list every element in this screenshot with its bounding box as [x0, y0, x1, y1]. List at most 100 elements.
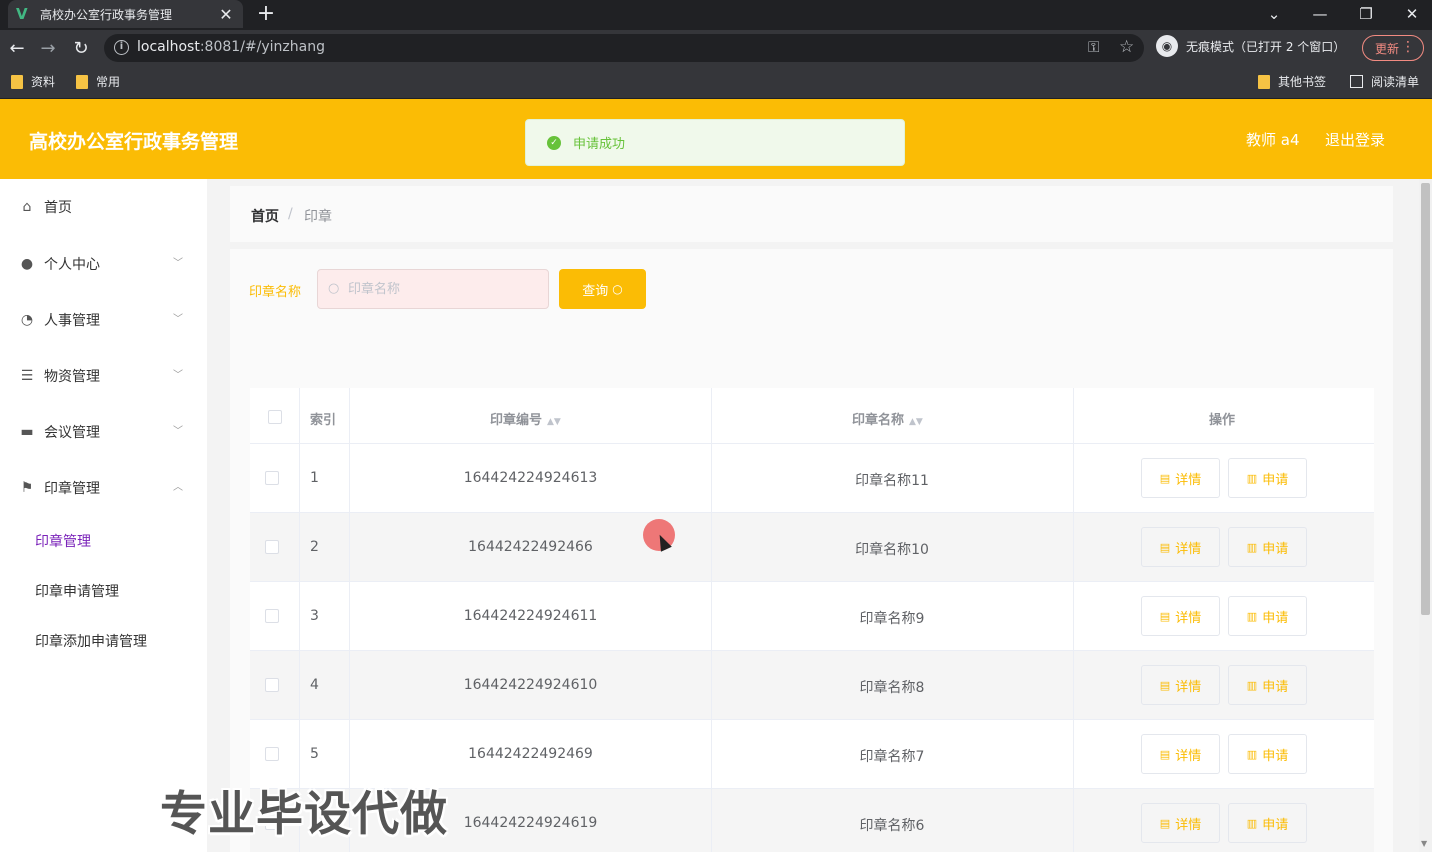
search-input[interactable]	[348, 270, 543, 308]
logout-link[interactable]: 退出登录	[1325, 129, 1385, 150]
submenu-seal-management[interactable]: 印章管理	[35, 531, 91, 551]
bookmark-folder[interactable]: 常用	[76, 73, 120, 90]
success-toast: ✓ 申请成功	[525, 119, 905, 166]
sidebar-item-meetings[interactable]: ▬ 会议管理 ﹀	[0, 404, 207, 460]
scroll-down-icon[interactable]: ▼	[1421, 839, 1427, 848]
submenu-seal-applications[interactable]: 印章申请管理	[35, 581, 119, 601]
column-header-index: 索引	[310, 413, 337, 428]
breadcrumb-home[interactable]: 首页	[251, 206, 279, 226]
sidebar-item-label: 人事管理	[44, 313, 100, 329]
bookmark-label: 资料	[31, 75, 56, 89]
row-checkbox[interactable]	[265, 609, 279, 623]
chevron-down-icon: ﹀	[173, 426, 183, 437]
sidebar-item-supplies[interactable]: ☰ 物资管理 ﹀	[0, 348, 207, 404]
incognito-indicator[interactable]: ◉ 无痕模式（已打开 2 个窗口）	[1156, 35, 1345, 57]
apply-button[interactable]: ▥ 申请	[1228, 803, 1307, 843]
url-text[interactable]: localhost:8081/#/yinzhang	[137, 39, 325, 55]
row-checkbox[interactable]	[265, 747, 279, 761]
detail-button[interactable]: ▤ 详情	[1141, 596, 1220, 636]
column-header-name[interactable]: 印章名称 ▲▼	[852, 409, 923, 428]
reload-icon[interactable]: ↻	[69, 36, 93, 60]
detail-button[interactable]: ▤ 详情	[1141, 458, 1220, 498]
reading-list-label: 阅读清单	[1371, 75, 1420, 89]
browser-tab-strip: V 高校办公室行政事务管理 ✕ + ⌄ — ❐ ✕	[0, 0, 1432, 30]
submenu-seal-add-applications[interactable]: 印章添加申请管理	[35, 631, 147, 651]
new-tab-button[interactable]: +	[255, 1, 277, 26]
browser-tab[interactable]: V 高校办公室行政事务管理 ✕	[8, 0, 243, 28]
sidebar-item-label: 个人中心	[44, 257, 100, 273]
apply-button[interactable]: ▥ 申请	[1228, 596, 1307, 636]
page-scrollbar[interactable]: ▼	[1419, 179, 1432, 852]
search-icon: ○	[612, 282, 623, 296]
folder-icon	[1258, 74, 1270, 89]
sort-icon[interactable]: ▲▼	[547, 417, 561, 427]
key-icon[interactable]: ⚿	[1088, 38, 1099, 56]
gauge-icon: ◔	[20, 312, 34, 328]
apply-button[interactable]: ▥ 申请	[1228, 665, 1307, 705]
breadcrumb: 首页 / 印章	[230, 186, 1393, 242]
omnibox[interactable]: i localhost:8081/#/yinzhang ⚿ ☆	[104, 34, 1144, 62]
column-header-code[interactable]: 印章编号 ▲▼	[490, 409, 561, 428]
forward-icon[interactable]: →	[36, 36, 60, 60]
table-row: 1 164424224924613 印章名称11 ▤ 详情 ▥ 申请	[250, 444, 1374, 513]
detail-button[interactable]: ▤ 详情	[1141, 527, 1220, 567]
column-header-label: 印章名称	[852, 413, 905, 428]
detail-button[interactable]: ▤ 详情	[1141, 803, 1220, 843]
apply-button[interactable]: ▥ 申请	[1228, 734, 1307, 774]
list-icon: ☰	[20, 368, 34, 384]
document-icon: ▤	[1159, 540, 1171, 554]
tab-title: 高校办公室行政事务管理	[40, 7, 173, 22]
window-close-icon[interactable]: ✕	[1392, 0, 1432, 28]
bookmark-folder[interactable]: 资料	[11, 73, 55, 90]
row-checkbox[interactable]	[265, 678, 279, 692]
apply-button[interactable]: ▥ 申请	[1228, 527, 1307, 567]
address-bar: ← → ↻ i localhost:8081/#/yinzhang ⚿ ☆ ◉ …	[0, 30, 1432, 66]
row-code: 164424224924610	[463, 677, 598, 693]
trash-icon: ▥	[1246, 816, 1258, 830]
restore-icon[interactable]: ❐	[1346, 0, 1386, 28]
back-icon[interactable]: ←	[5, 36, 29, 60]
detail-label: 详情	[1175, 817, 1202, 833]
sidebar-item-profile[interactable]: ● 个人中心 ﹀	[0, 236, 207, 292]
sidebar-item-personnel[interactable]: ◔ 人事管理 ﹀	[0, 292, 207, 348]
reading-list[interactable]: 阅读清单	[1350, 73, 1419, 90]
bookmark-label: 常用	[96, 75, 121, 89]
app-title: 高校办公室行政事务管理	[29, 131, 239, 153]
other-bookmarks-label: 其他书签	[1278, 75, 1327, 89]
breadcrumb-separator: /	[288, 206, 293, 222]
document-icon: ▤	[1159, 678, 1171, 692]
bookmark-star-icon[interactable]: ☆	[1119, 37, 1134, 57]
trash-icon: ▥	[1246, 540, 1258, 554]
site-info-icon[interactable]: i	[114, 40, 129, 55]
sidebar-item-home[interactable]: ⌂ 首页	[0, 179, 207, 235]
row-checkbox[interactable]	[265, 540, 279, 554]
detail-button[interactable]: ▤ 详情	[1141, 665, 1220, 705]
search-field[interactable]: ○	[317, 269, 549, 309]
sort-icon[interactable]: ▲▼	[909, 417, 923, 427]
update-button[interactable]: 更新 ⋮	[1362, 35, 1424, 61]
toast-message: 申请成功	[573, 137, 626, 152]
apply-button[interactable]: ▥ 申请	[1228, 458, 1307, 498]
minimize-icon[interactable]: —	[1300, 0, 1340, 28]
incognito-icon: ◉	[1156, 35, 1178, 57]
chevron-up-icon: ︿	[173, 482, 183, 493]
column-header-actions: 操作	[1209, 413, 1236, 428]
query-button[interactable]: 查询 ○	[559, 269, 646, 309]
sidebar-item-seals[interactable]: ⚑ 印章管理 ︿	[0, 460, 207, 516]
other-bookmarks[interactable]: 其他书签	[1258, 73, 1326, 90]
tab-search-icon[interactable]: ⌄	[1254, 0, 1294, 28]
column-divider	[1073, 388, 1074, 852]
row-index: 1	[310, 470, 319, 486]
table-header: 索引 印章编号 ▲▼ 印章名称 ▲▼ 操作	[250, 388, 1374, 444]
tab-close-icon[interactable]: ✕	[217, 5, 235, 24]
printer-icon: ▬	[20, 424, 34, 440]
detail-button[interactable]: ▤ 详情	[1141, 734, 1220, 774]
scroll-thumb[interactable]	[1421, 183, 1430, 615]
detail-label: 详情	[1175, 610, 1202, 626]
row-index: 4	[310, 677, 319, 693]
row-checkbox[interactable]	[265, 471, 279, 485]
breadcrumb-current: 印章	[304, 209, 332, 225]
row-name: 印章名称6	[859, 818, 925, 834]
select-all-checkbox[interactable]	[268, 410, 282, 424]
row-name: 印章名称11	[855, 473, 929, 489]
